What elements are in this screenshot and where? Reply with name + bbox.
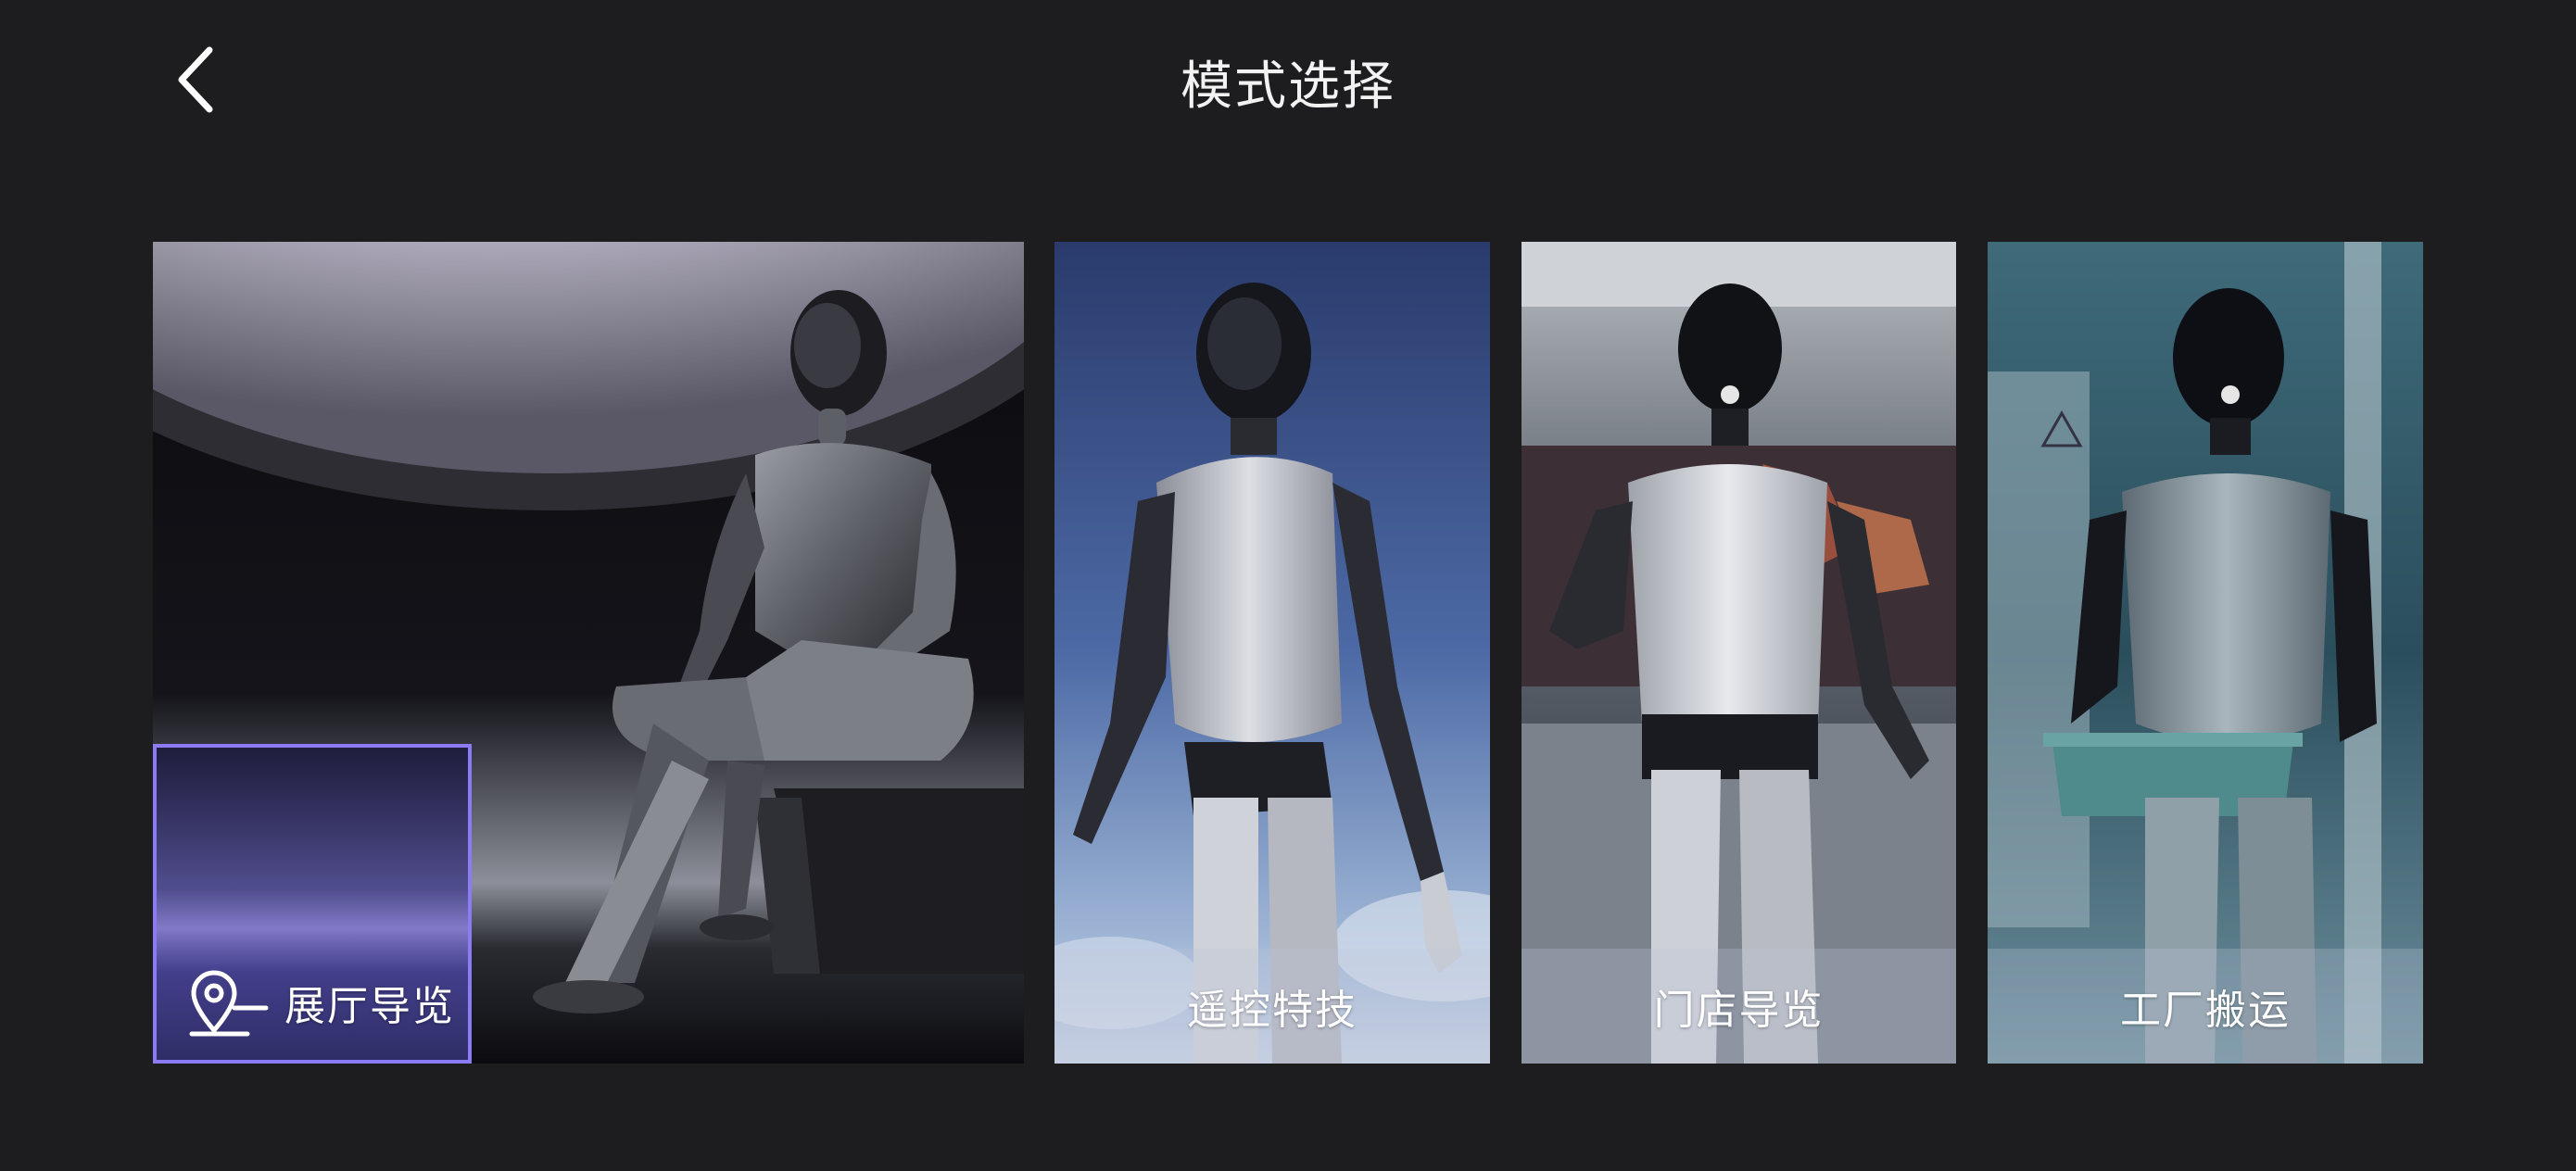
card-label-bar: 遥控特技 [1054, 949, 1490, 1064]
robot-store-image [1522, 242, 1956, 1064]
card-label: 展厅导览 [284, 983, 455, 1030]
location-pin-icon [189, 970, 269, 1037]
card-label: 门店导览 [1653, 987, 1825, 1034]
mode-card-factory-transport[interactable]: 工厂搬运 [1988, 242, 2423, 1064]
robot-standing-sky-image [1054, 242, 1490, 1064]
mode-card-store-tour[interactable]: 门店导览 [1522, 242, 1956, 1064]
card-label: 工厂搬运 [2120, 987, 2291, 1034]
card-label: 遥控特技 [1187, 987, 1357, 1034]
card-label-bar: 工厂搬运 [1988, 949, 2423, 1064]
card-label-bar: 门店导览 [1522, 949, 1956, 1064]
mode-card-showroom-tour[interactable]: 展厅导览 [153, 242, 1024, 1064]
mode-card-remote-stunt[interactable]: 遥控特技 [1054, 242, 1490, 1064]
card-label-row: 展厅导览 [157, 945, 475, 1060]
robot-factory-image [1988, 242, 2423, 1064]
selected-indicator: 展厅导览 [153, 744, 472, 1064]
mode-card-list: 展厅导览 遥控特技 门店导览 工厂搬运 [0, 0, 2576, 1171]
